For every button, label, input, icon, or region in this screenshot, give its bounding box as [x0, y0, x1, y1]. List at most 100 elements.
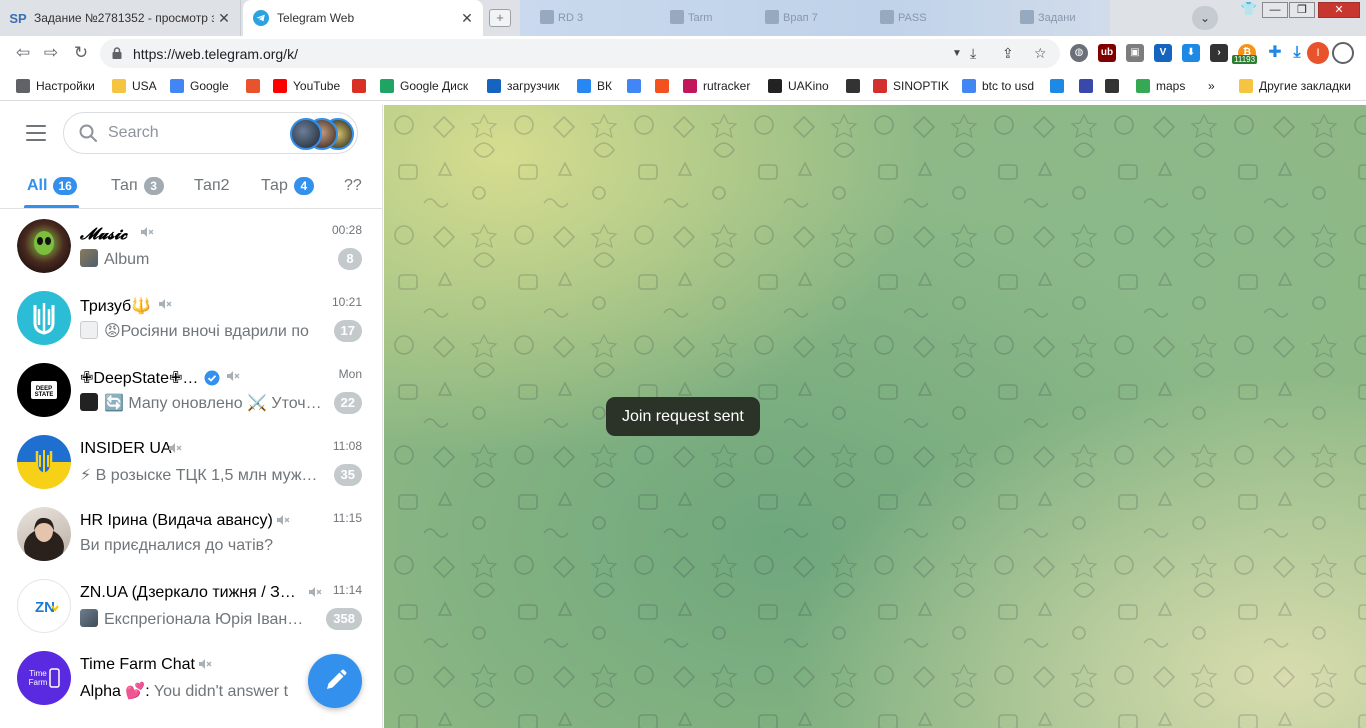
bookmark-item[interactable]: загрузчик: [487, 77, 559, 95]
new-tab-button[interactable]: +: [489, 9, 511, 27]
tab-tap2[interactable]: Тап2: [194, 177, 230, 195]
tab-search-button[interactable]: ⌄: [1192, 6, 1218, 30]
bookmark-item[interactable]: [1079, 77, 1099, 95]
bookmark-label: ВК: [597, 79, 612, 93]
bookmark-item[interactable]: [1050, 77, 1070, 95]
bookmark-item[interactable]: Настройки: [16, 77, 95, 95]
puzzle-extensions-icon[interactable]: ✚: [1266, 44, 1284, 62]
downloads-icon[interactable]: ⤓: [1288, 44, 1306, 62]
unread-badge: 17: [333, 320, 362, 342]
avatar: ZN: [17, 579, 71, 633]
translate-icon: [627, 79, 641, 93]
bookmark-item[interactable]: maps: [1136, 77, 1185, 95]
verified-icon: [204, 370, 220, 386]
share-icon[interactable]: ⇪: [1002, 45, 1014, 62]
terminal-extension-icon[interactable]: ›: [1210, 44, 1228, 62]
browser-tab-strip: SP Задание №2781352 - просмотр з ✕ Teleg…: [0, 0, 1366, 36]
bookmark-item[interactable]: YouTube: [273, 77, 340, 95]
url-text[interactable]: https://web.telegram.org/k/: [133, 46, 298, 62]
install-app-icon[interactable]: ⤓: [970, 45, 976, 62]
doc-thumbnail: [80, 321, 98, 339]
tab-all[interactable]: All 16: [27, 177, 77, 195]
tab-close-icon[interactable]: ✕: [457, 10, 477, 27]
reload-icon[interactable]: ↻: [70, 42, 92, 64]
search-box[interactable]: [63, 112, 358, 154]
browser-tab-task[interactable]: SP Задание №2781352 - просмотр з ✕: [0, 0, 241, 36]
muted-icon: [199, 659, 212, 669]
address-bar[interactable]: https://web.telegram.org/k/ ▼ ⤓ ⇪ ☆: [100, 39, 1060, 68]
chrome-menu-icon[interactable]: [1332, 42, 1354, 64]
preview-text: Експрегіонала Юрія Іванющенка: [104, 611, 306, 628]
compose-button[interactable]: [308, 654, 362, 708]
download-extension-icon[interactable]: ⬇: [1182, 44, 1200, 62]
chat-list-item[interactable]: HR Ірина (Видача авансу) 11:15 Ви приєдн…: [0, 498, 382, 570]
muted-icon: [277, 515, 290, 525]
f-icon: [655, 79, 669, 93]
browser-tab-telegram[interactable]: Telegram Web ✕: [243, 0, 483, 36]
chat-name: ✙DeepState✙🇺🇦: [80, 370, 200, 387]
bookmark-item[interactable]: Google: [170, 77, 229, 95]
bookmark-item[interactable]: USA: [112, 77, 157, 95]
search-input[interactable]: [108, 121, 283, 145]
faded-tab[interactable]: Tarm: [670, 10, 712, 24]
chat-name: HR Ірина (Видача авансу): [80, 512, 273, 529]
faded-tab[interactable]: RD 3: [540, 10, 583, 24]
bookmark-item[interactable]: ВК: [577, 77, 612, 95]
google-icon: [170, 79, 184, 93]
album-thumbnail: [80, 249, 98, 267]
caret-down-icon[interactable]: ▼: [952, 48, 962, 59]
unread-badge: 358: [326, 608, 362, 630]
bookmark-item[interactable]: [655, 77, 675, 95]
faded-tab[interactable]: Задани: [1020, 10, 1076, 24]
v-extension-icon[interactable]: V: [1154, 44, 1172, 62]
toast-notification: Join request sent: [606, 397, 760, 436]
back-arrow-icon[interactable]: ⇦: [12, 42, 34, 64]
infinity-icon: [487, 79, 501, 93]
bookmark-item[interactable]: SINOPTIK: [873, 77, 949, 95]
minimize-button[interactable]: —: [1262, 2, 1288, 18]
chat-list-item[interactable]: ZN ZN.UA (Дзеркало тижня / Зеркало недел…: [0, 570, 382, 642]
bookmark-item[interactable]: Другие закладки: [1239, 77, 1351, 95]
chat-list-item[interactable]: INSIDER UA 11:08 ⚡ В розыске ТЦК 1,5 млн…: [0, 426, 382, 498]
bookmark-item[interactable]: [846, 77, 866, 95]
tab-tar[interactable]: Тар 4: [261, 177, 314, 195]
lock-icon[interactable]: [112, 47, 122, 59]
bookmark-item[interactable]: [1105, 77, 1125, 95]
bookmark-item[interactable]: btc to usd: [962, 77, 1034, 95]
faded-tab[interactable]: PASS: [880, 10, 927, 24]
bookmark-item[interactable]: rutracker: [683, 77, 750, 95]
maximize-button[interactable]: ❐: [1289, 2, 1315, 18]
pencil-icon: [327, 669, 347, 689]
bookmark-item[interactable]: [246, 77, 266, 95]
close-window-button[interactable]: ✕: [1318, 2, 1360, 18]
ublock-icon[interactable]: ub: [1098, 44, 1116, 62]
folder-label: All: [27, 177, 48, 194]
globe-extension-icon[interactable]: ◍: [1070, 44, 1088, 62]
maps-icon: [1136, 79, 1150, 93]
tab-question[interactable]: ??: [344, 177, 362, 195]
forward-arrow-icon[interactable]: ⇨: [40, 42, 62, 64]
bookmark-item[interactable]: [627, 77, 647, 95]
tab-tap[interactable]: Тап 3: [111, 177, 164, 195]
profile-avatar[interactable]: I: [1307, 42, 1329, 64]
chat-list-item[interactable]: Тризуб🔱 10:21 😡Росіяни вночі вдарили по …: [0, 282, 382, 354]
bookmark-item[interactable]: [352, 77, 372, 95]
chat-list-item[interactable]: DEEP STATE ✙DeepState✙🇺🇦 Mon 🔄 Мапу оновл…: [0, 354, 382, 426]
tab-title: Задание №2781352 - просмотр з: [34, 11, 214, 25]
tab-close-icon[interactable]: ✕: [214, 10, 234, 27]
tab-title: Telegram Web: [277, 11, 355, 25]
shirt-icon[interactable]: 👕: [1236, 2, 1262, 18]
briefcase-extension-icon[interactable]: ▣: [1126, 44, 1144, 62]
menu-hamburger-icon[interactable]: [26, 125, 46, 141]
extension-badge: 11193: [1232, 55, 1258, 64]
bookmark-item[interactable]: Google Диск: [380, 77, 468, 95]
bookmark-star-icon[interactable]: ☆: [1034, 45, 1047, 62]
bookmark-item[interactable]: UAKino: [768, 77, 829, 95]
rutracker-icon: [683, 79, 697, 93]
faded-tab[interactable]: Врап 7: [765, 10, 818, 24]
telegram-favicon-icon: [253, 10, 269, 26]
bookmark-item[interactable]: »: [1208, 77, 1215, 95]
story-avatar[interactable]: [290, 118, 322, 150]
youtube-icon: [273, 79, 287, 93]
chat-list-item[interactable]: 𝓜𝓾𝓼𝓲𝓬 00:28 Album 8: [0, 210, 382, 282]
